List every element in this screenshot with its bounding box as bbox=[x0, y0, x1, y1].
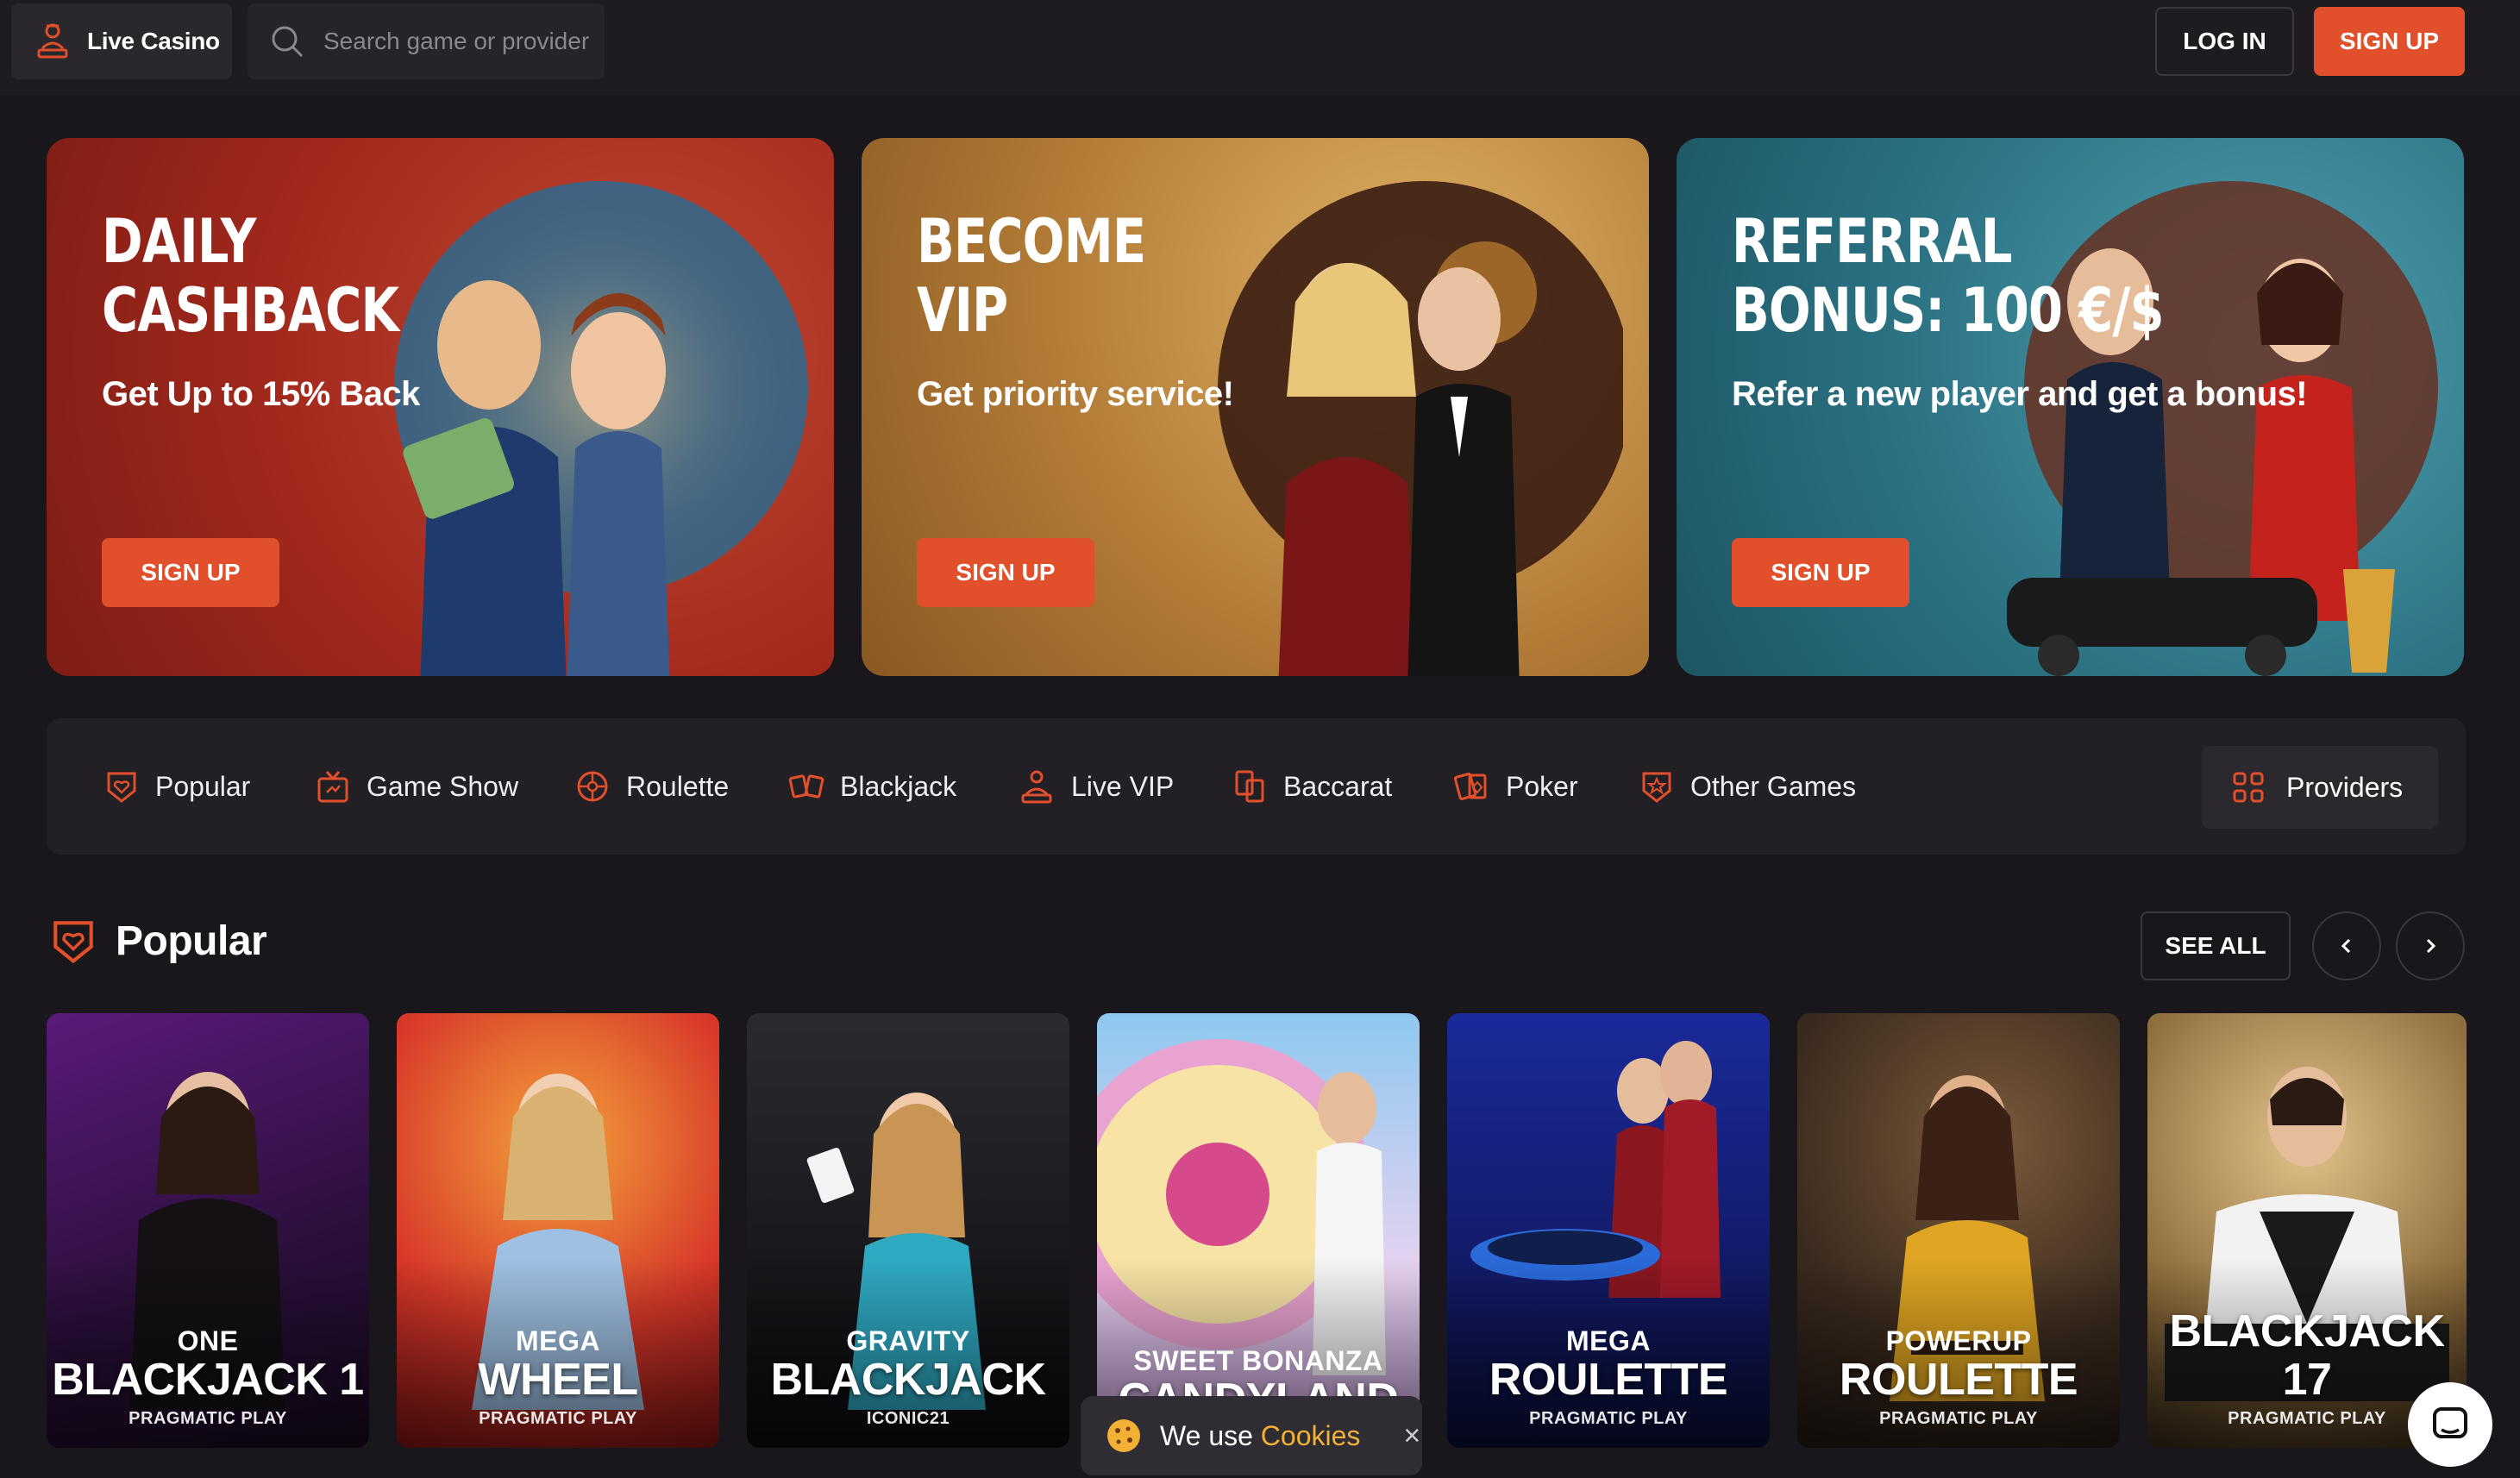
providers-label: Providers bbox=[2286, 771, 2404, 803]
tile-labels: MEGA ROULETTE PRAGMATIC PLAY bbox=[1447, 1326, 1770, 1429]
tile-labels: GRAVITY BLACKJACK ICONIC21 bbox=[747, 1326, 1069, 1429]
game-tile[interactable]: POWERUP ROULETTE PRAGMATIC PLAY bbox=[1797, 1013, 2120, 1448]
category-blackjack[interactable]: Blackjack bbox=[788, 751, 956, 822]
game-provider: PRAGMATIC PLAY bbox=[129, 1409, 287, 1428]
game-tile[interactable]: BLACKJACK 17 PRAGMATIC PLAY bbox=[2147, 1013, 2467, 1448]
game-tile[interactable]: ONE BLACKJACK 1 PRAGMATIC PLAY bbox=[47, 1013, 369, 1448]
providers-button[interactable]: Providers bbox=[2202, 746, 2438, 829]
tile-labels: ONE BLACKJACK 1 PRAGMATIC PLAY bbox=[47, 1326, 369, 1429]
game-title: ROULETTE bbox=[1839, 1355, 2078, 1405]
game-subtitle: MEGA bbox=[1566, 1325, 1651, 1356]
grid-icon bbox=[2233, 772, 2264, 803]
promo-title: BECOME VIP bbox=[917, 206, 1146, 346]
top-bar: Live Casino LOG IN SIGN UP bbox=[0, 0, 2520, 95]
star-shield-icon bbox=[1642, 772, 1671, 803]
prev-arrow-button[interactable] bbox=[2312, 911, 2381, 980]
game-subtitle: POWERUP bbox=[1885, 1325, 2032, 1356]
category-label: Blackjack bbox=[840, 770, 957, 802]
category-label: Other Games bbox=[1690, 770, 1857, 802]
baccarat-icon bbox=[1235, 770, 1264, 803]
game-provider: PRAGMATIC PLAY bbox=[1879, 1409, 2038, 1428]
game-title: WHEEL bbox=[478, 1355, 638, 1405]
game-title: ROULETTE bbox=[1489, 1355, 1728, 1405]
promo-signup-button[interactable]: SIGN UP bbox=[102, 538, 279, 607]
promo-subtitle: Refer a new player and get a bonus! bbox=[1732, 375, 2308, 413]
game-provider: PRAGMATIC PLAY bbox=[479, 1409, 637, 1428]
see-all-button[interactable]: SEE ALL bbox=[2141, 911, 2291, 980]
promo-subtitle: Get Up to 15% Back bbox=[102, 375, 420, 413]
game-tile[interactable]: SWEET BONANZA CANDYLAND bbox=[1097, 1013, 1420, 1448]
next-arrow-button[interactable] bbox=[2396, 911, 2465, 980]
promo-signup-button[interactable]: SIGN UP bbox=[1732, 538, 1909, 607]
heart-shield-icon bbox=[107, 772, 136, 803]
tv-icon bbox=[317, 771, 348, 803]
cards-icon bbox=[788, 774, 824, 798]
game-subtitle: GRAVITY bbox=[846, 1325, 970, 1356]
cookie-banner: We use Cookies × bbox=[1081, 1396, 1422, 1475]
category-popular[interactable]: Popular bbox=[103, 751, 250, 822]
poker-icon bbox=[1454, 773, 1487, 800]
game-title: BLACKJACK 1 bbox=[52, 1355, 364, 1405]
promo-card-referral-bonus[interactable]: REFERRAL BONUS: 100 €/$ Refer a new playe… bbox=[1677, 138, 2464, 676]
promo-card-become-vip[interactable]: BECOME VIP Get priority service! SIGN UP bbox=[862, 138, 1649, 676]
category-other-games[interactable]: Other Games bbox=[1639, 751, 1856, 822]
chevron-right-icon bbox=[2426, 938, 2436, 954]
live-casino-button[interactable]: Live Casino bbox=[11, 3, 232, 79]
category-label: Game Show bbox=[367, 770, 519, 802]
category-label: Popular bbox=[155, 770, 251, 802]
game-subtitle: SWEET BONANZA bbox=[1133, 1345, 1383, 1376]
game-title: BLACKJACK bbox=[770, 1355, 1046, 1405]
section-header: Popular bbox=[48, 914, 267, 968]
game-provider: ICONIC21 bbox=[866, 1409, 950, 1428]
chevron-left-icon bbox=[2341, 938, 2351, 954]
category-poker[interactable]: Poker bbox=[1454, 751, 1578, 822]
tile-labels: MEGA WHEEL PRAGMATIC PLAY bbox=[397, 1326, 719, 1429]
search-icon bbox=[272, 26, 304, 58]
game-subtitle: MEGA bbox=[516, 1325, 600, 1356]
tile-labels: POWERUP ROULETTE PRAGMATIC PLAY bbox=[1797, 1326, 2120, 1429]
cookie-text: We use Cookies bbox=[1160, 1419, 1361, 1451]
category-roulette[interactable]: Roulette bbox=[574, 751, 729, 822]
promo-card-daily-cashback[interactable]: DAILY CASHBACK Get Up to 15% Back SIGN UP bbox=[47, 138, 834, 676]
game-title: BLACKJACK 17 bbox=[2169, 1306, 2445, 1405]
promo-signup-button[interactable]: SIGN UP bbox=[917, 538, 1094, 607]
search-input[interactable] bbox=[323, 28, 599, 55]
category-bar: Popular Game Show Roulette Blackjack Liv… bbox=[47, 718, 2466, 855]
signup-button[interactable]: SIGN UP bbox=[2314, 7, 2465, 76]
search-box[interactable] bbox=[248, 3, 605, 79]
cookies-link[interactable]: Cookies bbox=[1261, 1420, 1361, 1451]
heart-shield-icon bbox=[53, 921, 93, 964]
close-icon[interactable]: × bbox=[1403, 1419, 1420, 1453]
live-casino-label: Live Casino bbox=[87, 28, 220, 54]
login-button[interactable]: LOG IN bbox=[2155, 7, 2294, 76]
promo-title: REFERRAL BONUS: 100 €/$ bbox=[1732, 206, 2164, 346]
game-subtitle: ONE bbox=[177, 1325, 239, 1356]
category-label: Live VIP bbox=[1071, 770, 1175, 802]
dealer-icon bbox=[1021, 770, 1052, 804]
roulette-icon bbox=[577, 771, 608, 802]
promo-subtitle: Get priority service! bbox=[917, 375, 1234, 413]
category-label: Roulette bbox=[626, 770, 730, 802]
game-provider: PRAGMATIC PLAY bbox=[1529, 1409, 1688, 1428]
promo-title: DAILY CASHBACK bbox=[102, 206, 399, 346]
dealer-icon bbox=[37, 23, 68, 59]
category-baccarat[interactable]: Baccarat bbox=[1232, 751, 1392, 822]
category-label: Poker bbox=[1506, 770, 1578, 802]
game-tile[interactable]: GRAVITY BLACKJACK ICONIC21 bbox=[747, 1013, 1069, 1448]
chat-button[interactable] bbox=[2408, 1382, 2492, 1467]
chat-icon bbox=[2433, 1407, 2467, 1438]
game-tile[interactable]: MEGA WHEEL PRAGMATIC PLAY bbox=[397, 1013, 719, 1448]
cookie-icon bbox=[1107, 1419, 1140, 1452]
promo-illustration bbox=[394, 181, 808, 676]
category-live-vip[interactable]: Live VIP bbox=[1019, 751, 1174, 822]
category-label: Baccarat bbox=[1283, 770, 1393, 802]
game-tile[interactable]: MEGA ROULETTE PRAGMATIC PLAY bbox=[1447, 1013, 1770, 1448]
category-game-show[interactable]: Game Show bbox=[315, 751, 518, 822]
section-title: Popular bbox=[116, 917, 267, 964]
promo-illustration bbox=[1218, 181, 1623, 676]
